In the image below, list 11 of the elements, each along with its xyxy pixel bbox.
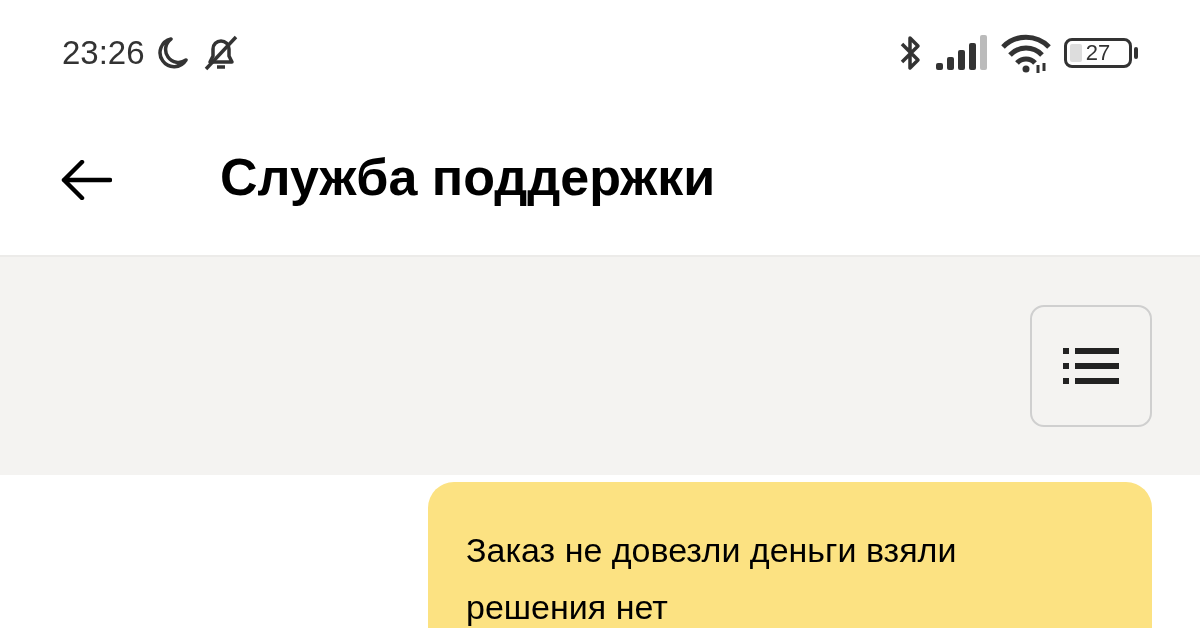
menu-button[interactable]: [1030, 305, 1152, 427]
back-button[interactable]: [60, 160, 112, 200]
status-time: 23:26: [62, 33, 145, 72]
message-bubble: Заказ не довезли деньги взяли решения нет: [428, 482, 1152, 628]
page-title: Служба поддержки: [220, 147, 716, 207]
signal-icon: [936, 34, 988, 71]
list-icon: [1063, 348, 1119, 384]
battery-percent: 27: [1085, 39, 1111, 66]
moon-icon: [156, 35, 189, 70]
wifi-icon: [1000, 32, 1052, 73]
battery-fill: [1070, 43, 1082, 62]
